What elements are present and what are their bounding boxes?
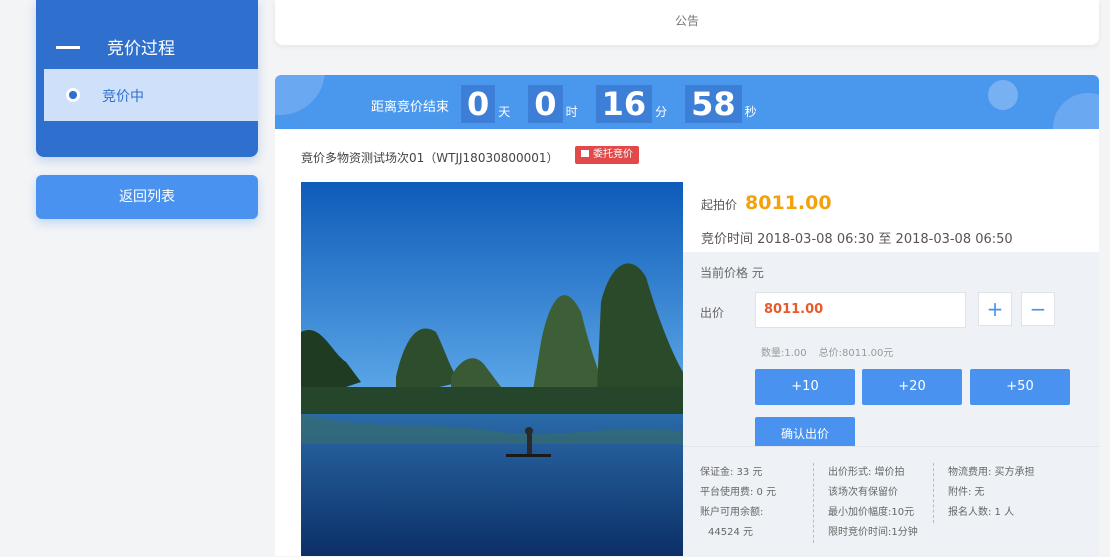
sidebar-section-title: 竞价过程 xyxy=(107,39,175,59)
countdown-days-unit: 天 xyxy=(498,105,511,119)
fee-column-1: 保证金: 33 元 平台使用费: 0 元 账户可用余额: 44524 元 xyxy=(700,463,776,543)
deposit-text: 保证金: 33 元 xyxy=(700,467,763,478)
registrants-text: 报名人数: 1 人 xyxy=(948,507,1015,518)
logistics-text: 物流费用: 买方承担 xyxy=(948,467,1035,478)
min-increment-text: 最小加价幅度:10元 xyxy=(828,507,915,518)
entrust-bid-label: 委托竞价 xyxy=(593,149,633,160)
bid-form-text: 出价形式: 增价拍 xyxy=(828,467,905,478)
countdown-hours-unit: 时 xyxy=(565,105,578,119)
flag-icon xyxy=(581,149,589,157)
quantity-total-row: 数量:1.00 总价:8011.00元 xyxy=(761,344,893,359)
total-price-text: 总价:8011.00元 xyxy=(818,348,894,359)
decrease-button[interactable]: − xyxy=(1021,292,1055,326)
entrust-bid-badge: 委托竞价 xyxy=(575,146,639,164)
notice-title: 公告 xyxy=(674,14,699,28)
start-price-value: 8011.00 xyxy=(745,192,832,214)
platform-fee-text: 平台使用费: 0 元 xyxy=(700,487,777,498)
balance-label: 账户可用余额: xyxy=(700,507,764,518)
countdown-label: 距离竞价结束 xyxy=(371,100,450,115)
decor-bubble xyxy=(988,80,1018,110)
sidebar-item-label: 竞价中 xyxy=(102,89,144,105)
increase-button[interactable]: + xyxy=(978,292,1012,326)
balance-value: 44524 元 xyxy=(708,527,753,538)
bid-area: 当前价格 元 出价 8011.00 + − 数量:1.00 总价:8011.00元… xyxy=(683,252,1099,451)
add-20-button[interactable]: +20 xyxy=(862,369,962,405)
sidebar-section-header: 竞价过程 xyxy=(36,26,258,66)
bidding-process-panel: 竞价过程 竞价中 xyxy=(36,0,258,157)
countdown-minutes-unit: 分 xyxy=(655,105,668,119)
countdown-minutes: 16 xyxy=(595,85,653,123)
countdown-banner: 距离竞价结束 0 天 0 时 16 分 58 秒 xyxy=(275,75,1099,129)
landscape-image xyxy=(301,182,683,556)
notice-bar[interactable]: 公告 xyxy=(275,0,1099,45)
item-photo xyxy=(301,182,683,556)
fee-info: 保证金: 33 元 平台使用费: 0 元 账户可用余额: 44524 元 出价形… xyxy=(683,446,1099,557)
countdown-seconds-unit: 秒 xyxy=(744,105,757,119)
add-50-button[interactable]: +50 xyxy=(970,369,1070,405)
current-price: 当前价格 元 xyxy=(700,266,764,280)
sidebar-item-bidding[interactable]: 竞价中 xyxy=(44,69,258,121)
decor-bubble xyxy=(1053,93,1099,129)
fee-column-3: 物流费用: 买方承担 附件: 无 报名人数: 1 人 xyxy=(933,463,1035,523)
start-price-row: 起拍价 8011.00 xyxy=(701,192,832,214)
start-price-label: 起拍价 xyxy=(701,198,738,212)
bid-price-input[interactable]: 8011.00 xyxy=(755,292,966,328)
item-info: 起拍价 8011.00 竞价时间 2018-03-08 06:30 至 2018-… xyxy=(683,182,1099,557)
add-10-button[interactable]: +10 xyxy=(755,369,855,405)
item-title: 竟价多物资测试场次01（WTJJ18030800001） xyxy=(301,151,559,165)
countdown-seconds: 58 xyxy=(685,85,742,123)
quantity-text: 数量:1.00 xyxy=(761,348,807,359)
radio-selected-icon xyxy=(66,88,80,102)
reserve-price-text: 该场次有保留价 xyxy=(828,487,898,498)
bid-label: 出价 xyxy=(700,306,725,320)
collapse-dash-icon xyxy=(56,46,80,49)
decor-bubble xyxy=(275,75,325,115)
auction-item-panel: 竟价多物资测试场次01（WTJJ18030800001） 委托竞价 起拍价 80… xyxy=(275,129,1099,557)
time-limit-text: 限时竞价时间:1分钟 xyxy=(828,527,918,538)
attachment-text[interactable]: 附件: 无 xyxy=(948,483,1035,503)
countdown-days: 0 xyxy=(461,85,496,123)
bidding-time: 竞价时间 2018-03-08 06:30 至 2018-03-08 06:50 xyxy=(701,232,1013,247)
fee-column-2: 出价形式: 增价拍 该场次有保留价 最小加价幅度:10元 限时竞价时间:1分钟 xyxy=(813,463,918,543)
countdown-timer: 距离竞价结束 0 天 0 时 16 分 58 秒 xyxy=(371,83,757,123)
back-to-list-button[interactable]: 返回列表 xyxy=(36,175,258,219)
countdown-hours: 0 xyxy=(528,85,563,123)
